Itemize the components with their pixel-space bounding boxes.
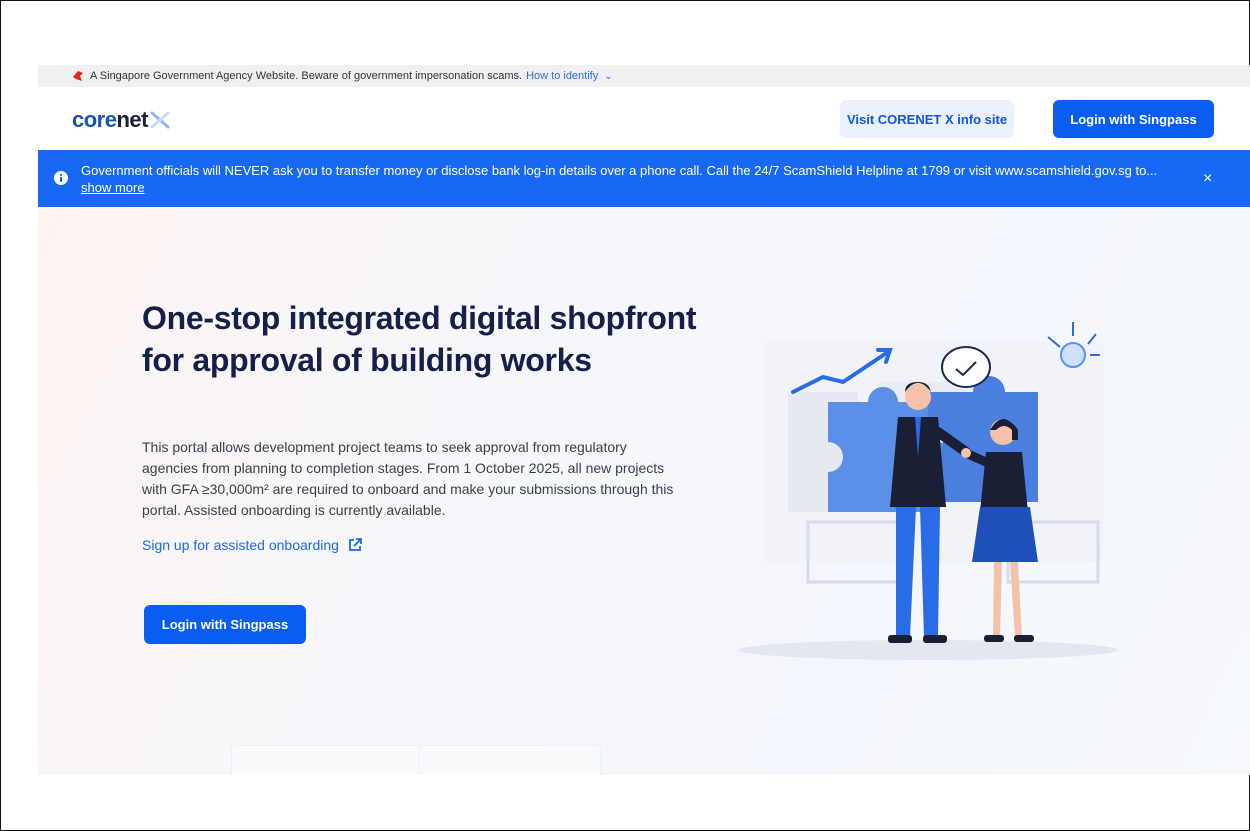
chevron-down-icon[interactable]: ⌄ (604, 71, 612, 82)
hero-section: One-stop integrated digital shopfront fo… (38, 207, 1250, 775)
how-to-identify-link[interactable]: How to identify (526, 70, 598, 82)
lion-head-icon (73, 71, 83, 81)
login-singpass-hero-button[interactable]: Login with Singpass (144, 605, 306, 644)
x-logo-icon (150, 111, 170, 129)
show-more-link[interactable]: show more (81, 180, 145, 195)
external-link-icon (349, 538, 362, 551)
handshake-illustration (738, 322, 1118, 660)
alert-message: Government officials will NEVER ask you … (81, 163, 1158, 178)
signup-link-label: Sign up for assisted onboarding (142, 537, 339, 553)
hero-title: One-stop integrated digital shopfront fo… (142, 300, 697, 378)
info-icon (54, 171, 68, 185)
gov-masthead: A Singapore Government Agency Website. B… (38, 65, 1250, 87)
card-placeholder (231, 745, 420, 775)
visit-info-site-button[interactable]: Visit CORENET X info site (840, 100, 1014, 138)
card-placeholder (419, 745, 601, 775)
signup-onboarding-link[interactable]: Sign up for assisted onboarding (142, 537, 363, 553)
site-header: core net Visit CORENET X info site Login … (38, 87, 1250, 150)
corenetx-logo[interactable]: core net (72, 107, 170, 133)
scam-alert-banner: Government officials will NEVER ask you … (38, 150, 1250, 207)
hero-description: This portal allows development project t… (142, 439, 674, 518)
close-icon[interactable]: × (1203, 170, 1212, 188)
masthead-text: A Singapore Government Agency Website. B… (90, 70, 523, 82)
login-singpass-header-button[interactable]: Login with Singpass (1053, 100, 1214, 138)
